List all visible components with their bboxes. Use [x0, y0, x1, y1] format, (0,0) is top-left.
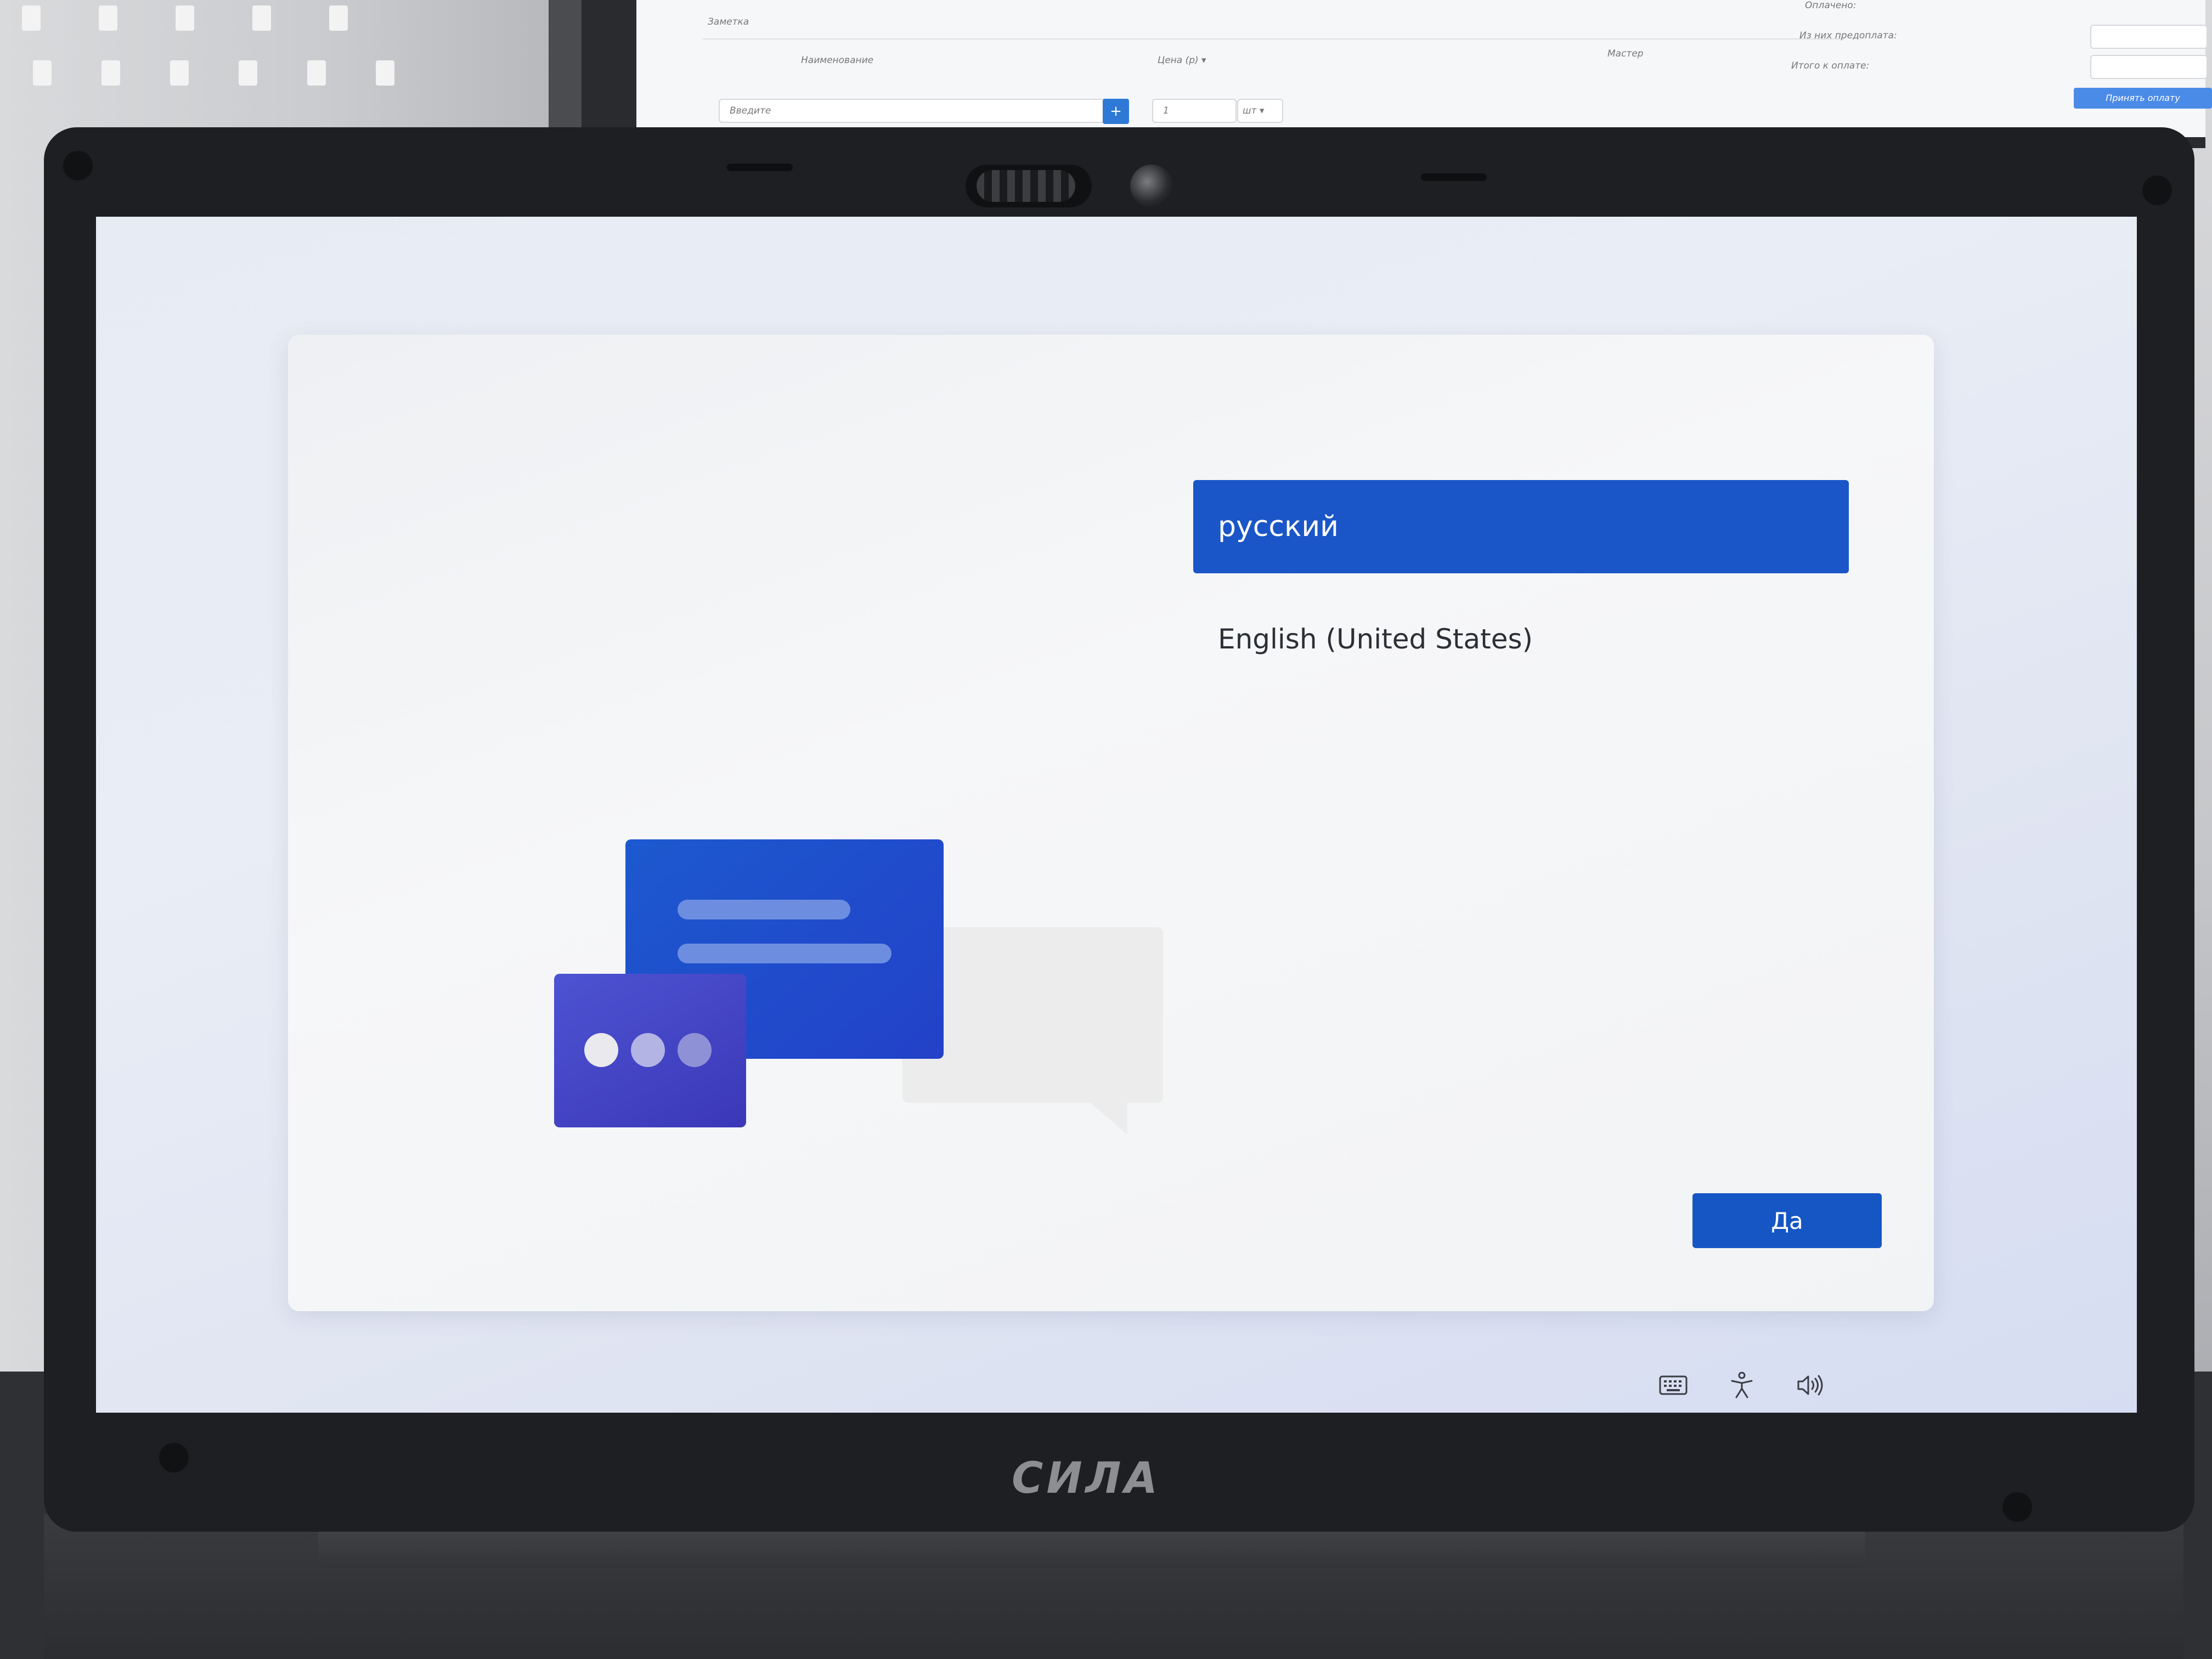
monitor-text: 1	[1163, 105, 1169, 116]
typing-dot	[631, 1033, 665, 1067]
pegboard-hole	[307, 60, 326, 86]
bezel-screw	[159, 1443, 189, 1472]
bezel-microphone-slot	[727, 163, 793, 171]
bezel-microphone-slot	[1421, 173, 1487, 181]
pegboard-hole	[376, 60, 394, 86]
monitor-input	[2090, 55, 2208, 79]
text-line-shape	[678, 900, 850, 919]
background-monitor-screen: Заметка Наименование Цена (р) ▾ Мастер В…	[636, 0, 2208, 137]
accessibility-icon[interactable]	[1725, 1369, 1758, 1402]
bezel-screw	[2002, 1492, 2032, 1522]
typing-dot	[584, 1033, 618, 1067]
monitor-input: шт ▾	[1237, 99, 1283, 123]
pegboard-hole	[239, 60, 257, 86]
pegboard-hole	[170, 60, 189, 86]
pegboard-hole	[252, 5, 271, 31]
monitor-input	[2090, 25, 2208, 49]
oobe-screen: русский English (United States) Да	[96, 217, 2137, 1413]
pegboard-hole	[33, 60, 52, 86]
language-option-russian[interactable]: русский	[1193, 480, 1849, 573]
language-option-label: English (United States)	[1218, 623, 1533, 655]
monitor-divider	[702, 38, 1843, 40]
language-option-english-us[interactable]: English (United States)	[1193, 609, 1849, 669]
monitor-text: Введите	[730, 105, 771, 116]
language-option-label: русский	[1218, 510, 1339, 543]
webcam-privacy-shutter[interactable]	[977, 170, 1075, 202]
pegboard-hole	[22, 5, 41, 31]
pegboard-hole	[101, 60, 120, 86]
text-line-shape	[678, 944, 891, 963]
typing-dot	[678, 1033, 712, 1067]
monitor-text: Мастер	[1607, 48, 1644, 59]
oobe-card: русский English (United States) Да	[288, 335, 1934, 1311]
monitor-add-button: +	[1103, 99, 1129, 124]
pegboard-hole	[176, 5, 194, 31]
monitor-text: Из них предоплата:	[1799, 30, 1897, 41]
speech-bubble-typing	[554, 974, 746, 1127]
webcam-lens	[1130, 165, 1173, 207]
bezel-screw	[2142, 176, 2172, 205]
volume-icon[interactable]	[1794, 1369, 1827, 1402]
pegboard-hole	[99, 5, 117, 31]
monitor-input: Введите	[719, 99, 1116, 123]
monitor-text: Наименование	[801, 55, 874, 66]
brand-logo: СИЛА	[1012, 1454, 1161, 1503]
monitor-text: Оплачено:	[1805, 0, 1857, 11]
monitor-text: шт ▾	[1243, 105, 1265, 116]
bezel-screw	[63, 151, 93, 180]
monitor-text: Заметка	[708, 16, 749, 27]
monitor-text: Итого к оплате:	[1791, 60, 1870, 71]
pegboard-hole	[329, 5, 348, 31]
keyboard-icon[interactable]	[1657, 1369, 1690, 1402]
speech-bubble-tail	[1089, 1102, 1127, 1135]
monitor-input: 1	[1152, 99, 1237, 123]
monitor-text: Цена (р) ▾	[1158, 55, 1206, 66]
yes-button[interactable]: Да	[1692, 1193, 1882, 1248]
monitor-accept-payment-button: Принять оплату	[2074, 88, 2212, 109]
